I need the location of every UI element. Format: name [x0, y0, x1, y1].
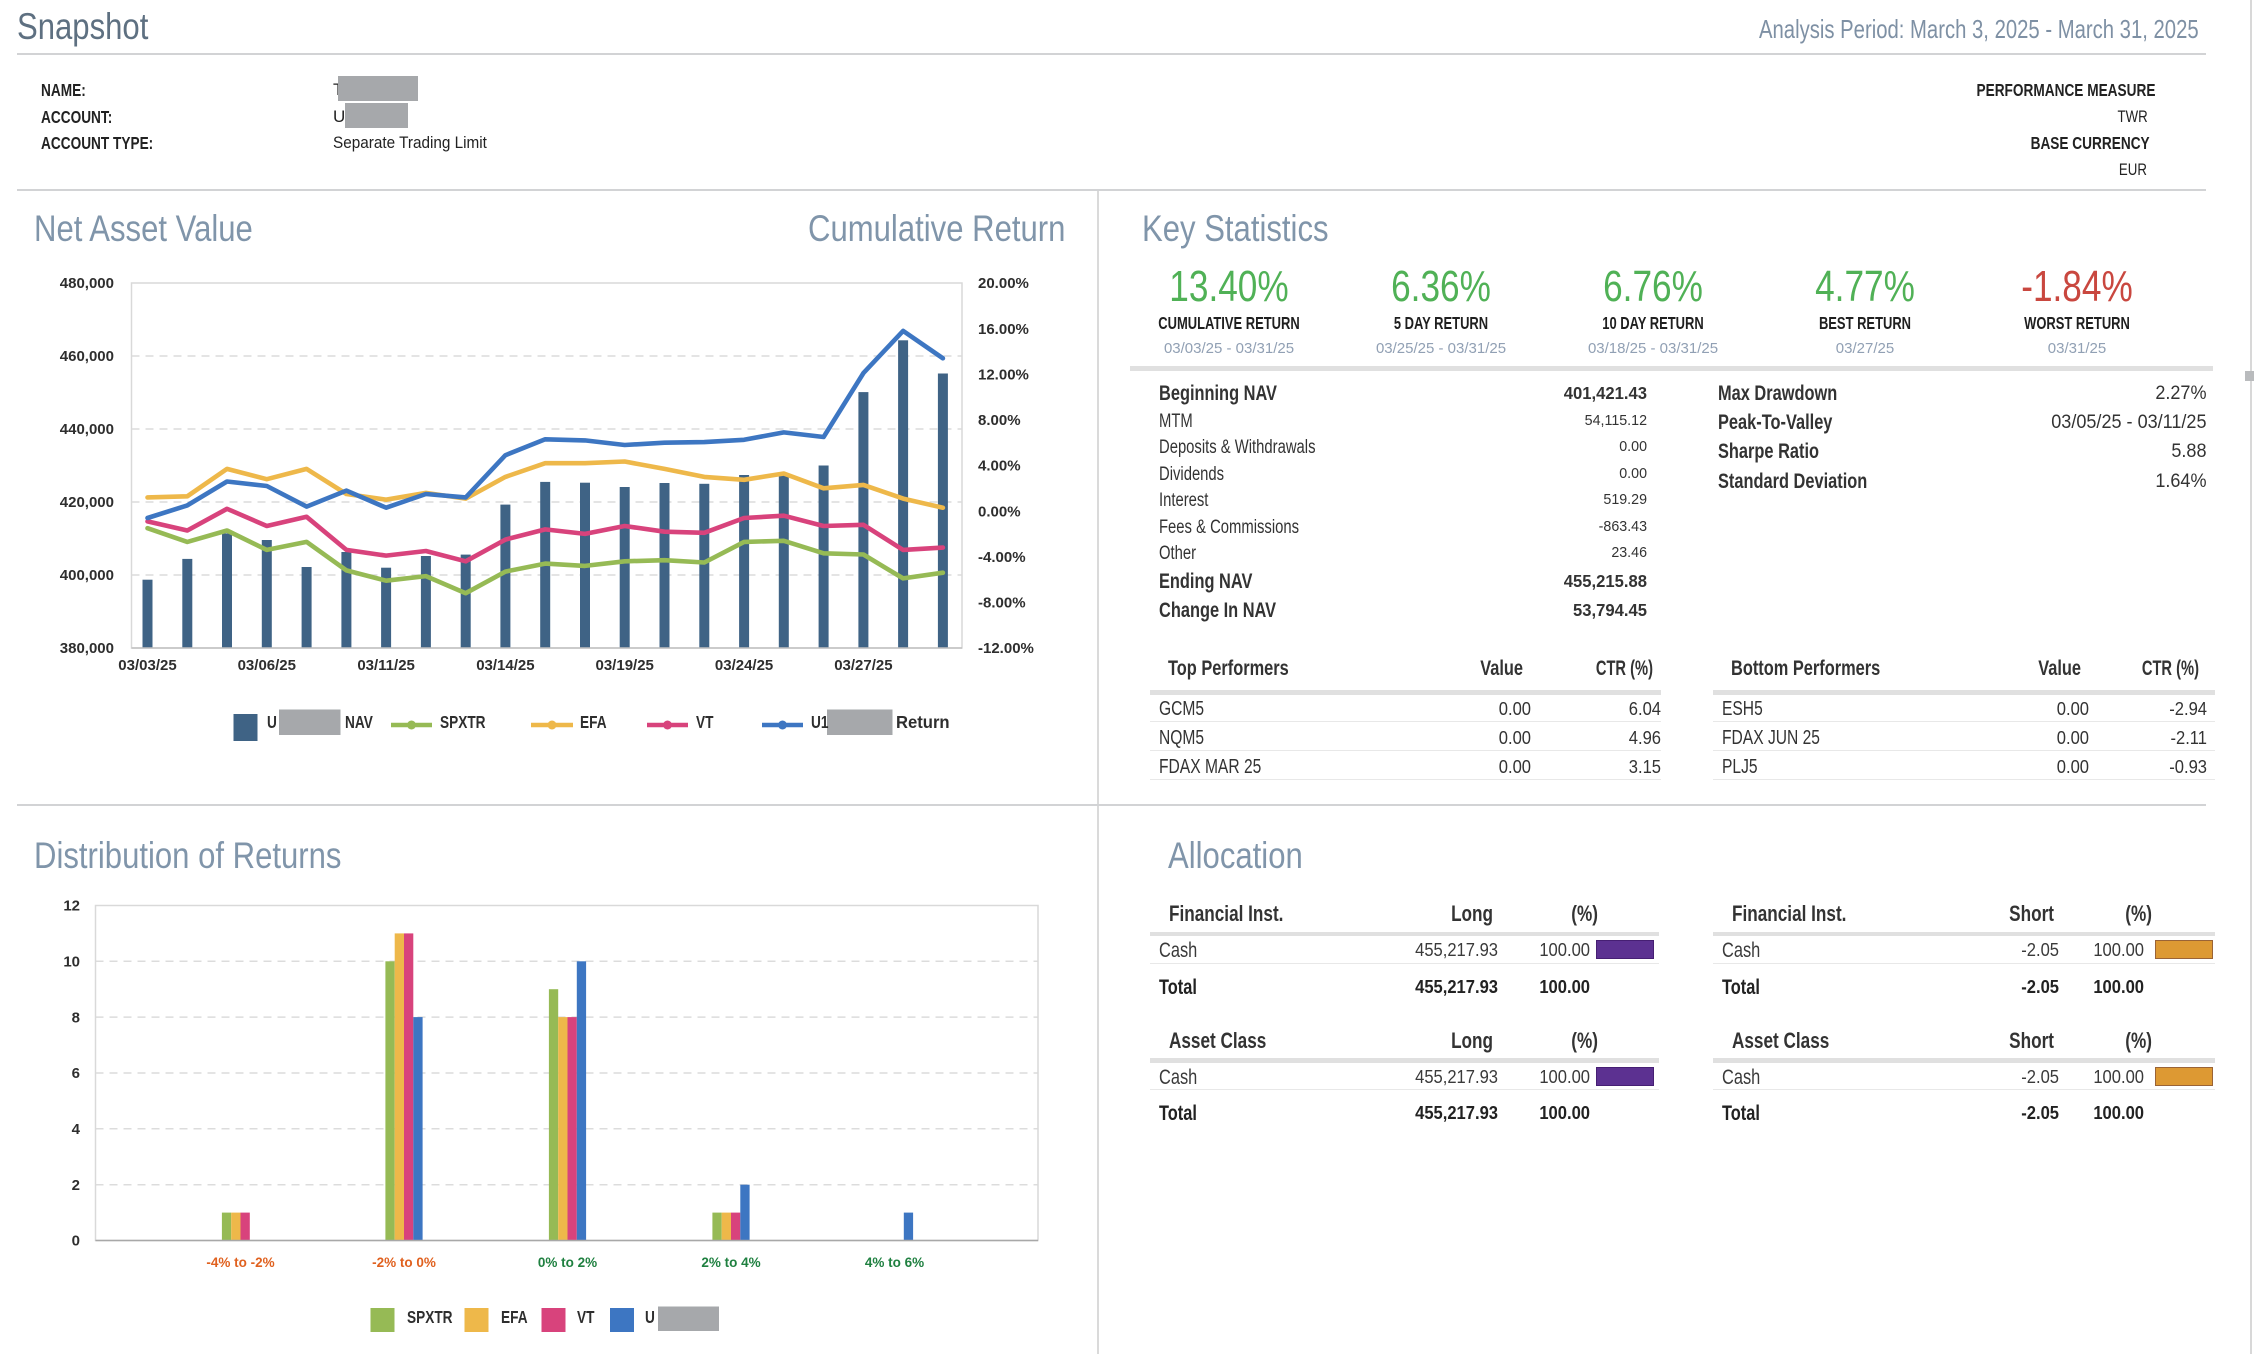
svg-text:03/19/25: 03/19/25 — [596, 657, 654, 674]
svg-text:10: 10 — [63, 954, 80, 971]
svg-text:03/14/25: 03/14/25 — [476, 657, 534, 674]
svg-text:0% to 2%: 0% to 2% — [538, 1255, 597, 1270]
svg-text:2% to 4%: 2% to 4% — [701, 1255, 760, 1270]
svg-text:380,000: 380,000 — [60, 640, 114, 657]
svg-text:0: 0 — [72, 1233, 80, 1250]
svg-text:8: 8 — [72, 1009, 80, 1026]
svg-text:400,000: 400,000 — [60, 567, 114, 584]
svg-text:-4% to -2%: -4% to -2% — [206, 1255, 274, 1270]
svg-text:8.00%: 8.00% — [978, 412, 1021, 429]
svg-text:4% to 6%: 4% to 6% — [865, 1255, 924, 1270]
svg-text:0.00%: 0.00% — [978, 503, 1021, 520]
svg-text:420,000: 420,000 — [60, 494, 114, 511]
svg-text:460,000: 460,000 — [60, 348, 114, 365]
svg-text:12: 12 — [63, 898, 80, 915]
svg-text:-12.00%: -12.00% — [978, 640, 1034, 657]
svg-text:6: 6 — [72, 1065, 80, 1082]
svg-text:-8.00%: -8.00% — [978, 595, 1026, 612]
svg-text:20.00%: 20.00% — [978, 275, 1029, 292]
svg-text:440,000: 440,000 — [60, 421, 114, 438]
svg-text:2: 2 — [72, 1177, 80, 1194]
svg-text:4: 4 — [72, 1121, 81, 1138]
svg-text:4.00%: 4.00% — [978, 458, 1021, 475]
svg-text:03/27/25: 03/27/25 — [834, 657, 892, 674]
svg-text:03/03/25: 03/03/25 — [118, 657, 176, 674]
svg-text:12.00%: 12.00% — [978, 366, 1029, 383]
svg-text:-2% to 0%: -2% to 0% — [372, 1255, 436, 1270]
svg-text:03/11/25: 03/11/25 — [357, 657, 415, 674]
svg-text:16.00%: 16.00% — [978, 321, 1029, 338]
svg-text:03/24/25: 03/24/25 — [715, 657, 773, 674]
svg-text:480,000: 480,000 — [60, 275, 114, 292]
svg-text:03/06/25: 03/06/25 — [238, 657, 296, 674]
svg-text:-4.00%: -4.00% — [978, 549, 1026, 566]
